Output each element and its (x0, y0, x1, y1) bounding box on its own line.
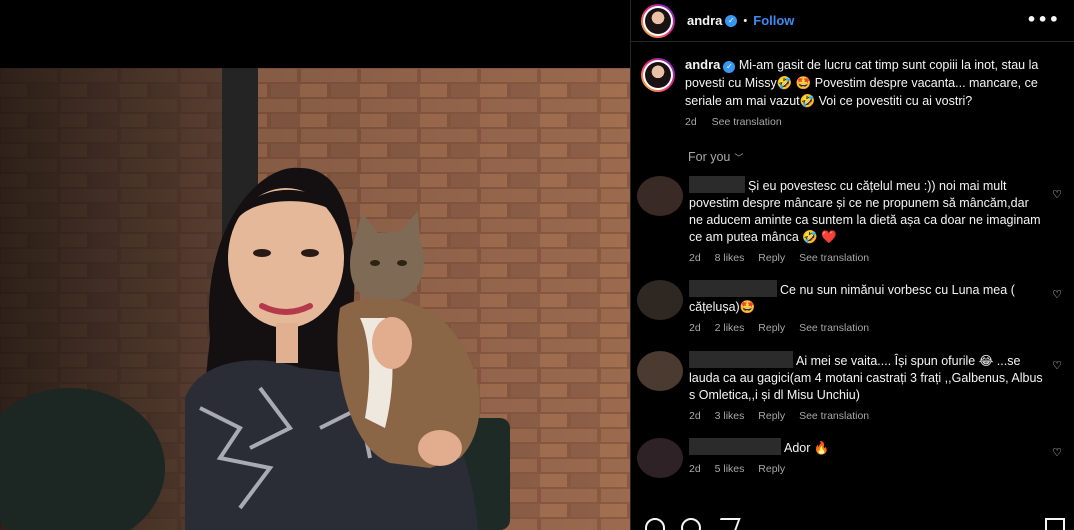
more-options-icon[interactable]: ••• (1026, 10, 1060, 29)
comment-meta: 2d 5 likes Reply (689, 463, 1045, 475)
like-comment-heart-icon[interactable]: ♡ (1052, 288, 1062, 301)
author-username[interactable]: andra (687, 13, 722, 28)
commenter-avatar[interactable] (637, 176, 683, 216)
comment-see-translation-link[interactable]: See translation (799, 322, 869, 334)
follow-button[interactable]: Follow (753, 13, 794, 28)
header-separator: • (743, 14, 748, 27)
comments-sort-toggle[interactable]: For you ﹀ (631, 128, 1074, 164)
like-heart-icon[interactable] (645, 518, 665, 530)
post-header: andra ✓ • Follow ••• (631, 0, 1074, 42)
comment-age: 2d (689, 252, 701, 264)
blurred-username (689, 280, 777, 297)
verified-badge-icon: ✓ (725, 14, 738, 27)
like-comment-heart-icon[interactable]: ♡ (1052, 188, 1062, 201)
blurred-username (689, 438, 781, 455)
post-photo-illustration (0, 68, 630, 530)
comment-item: Ce nu sun nimănui vorbesc cu Luna mea ( … (631, 280, 1074, 334)
post-caption: andra ✓ Mi-am gasit de lucru cat timp sun… (631, 42, 1074, 128)
caption-text: Mi-am gasit de lucru cat timp sunt copii… (685, 58, 1039, 108)
author-avatar[interactable] (641, 3, 675, 38)
comment-reply-button[interactable]: Reply (758, 322, 785, 334)
comment-text-block: Ce nu sun nimănui vorbesc cu Luna mea ( … (689, 280, 1045, 316)
comment-text: Ador 🔥 (784, 441, 830, 455)
blurred-username (689, 351, 793, 368)
comment-age: 2d (689, 322, 701, 334)
comment-text-block: Și eu povestesc cu cățelul meu :)) noi m… (689, 176, 1045, 246)
post-media-panel (0, 0, 630, 530)
post-side-panel: andra ✓ • Follow ••• andra ✓ Mi-am gasit … (630, 0, 1074, 530)
chevron-down-icon: ﹀ (734, 153, 744, 163)
caption-username[interactable]: andra (685, 57, 720, 72)
comment-reply-button[interactable]: Reply (758, 463, 785, 475)
comment-reply-button[interactable]: Reply (758, 410, 785, 422)
comment-text-block: Ador 🔥 (689, 438, 1045, 457)
commenter-avatar[interactable] (637, 351, 683, 391)
comment-meta: 2d 3 likes Reply See translation (689, 410, 1045, 422)
caption-see-translation-link[interactable]: See translation (712, 116, 782, 128)
comment-age: 2d (689, 463, 701, 475)
commenter-avatar[interactable] (637, 280, 683, 320)
comment-age: 2d (689, 410, 701, 422)
comment-item: Ador 🔥 2d 5 likes Reply ♡ (631, 438, 1074, 478)
caption-age: 2d (685, 116, 697, 128)
comment-see-translation-link[interactable]: See translation (799, 252, 869, 264)
caption-avatar[interactable] (641, 58, 675, 92)
comment-reply-button[interactable]: Reply (758, 252, 785, 264)
comment-item: Ai mei se vaita.... Își spun ofurile 😂 .… (631, 351, 1074, 422)
for-you-label: For you (688, 150, 731, 164)
comment-meta: 2d 2 likes Reply See translation (689, 322, 1045, 334)
comment-likes-link[interactable]: 3 likes (715, 410, 745, 422)
share-send-icon[interactable] (713, 518, 741, 530)
verified-badge-icon: ✓ (723, 61, 736, 73)
like-comment-heart-icon[interactable]: ♡ (1052, 446, 1062, 459)
comment-see-translation-link[interactable]: See translation (799, 410, 869, 422)
post-photo[interactable] (0, 68, 630, 530)
caption-text-block: andra ✓ Mi-am gasit de lucru cat timp sun… (685, 56, 1045, 110)
commenter-avatar[interactable] (637, 438, 683, 478)
save-bookmark-icon[interactable] (1045, 518, 1065, 530)
comment-meta: 2d 8 likes Reply See translation (689, 252, 1045, 264)
comment-bubble-icon[interactable] (681, 518, 701, 530)
comment-likes-link[interactable]: 8 likes (715, 252, 745, 264)
caption-meta: 2d See translation (685, 116, 1045, 128)
comment-item: Și eu povestesc cu cățelul meu :)) noi m… (631, 176, 1074, 264)
comment-likes-link[interactable]: 2 likes (715, 322, 745, 334)
comment-text-block: Ai mei se vaita.... Își spun ofurile 😂 .… (689, 351, 1045, 404)
like-comment-heart-icon[interactable]: ♡ (1052, 359, 1062, 372)
comment-likes-link[interactable]: 5 likes (715, 463, 745, 475)
blurred-username (689, 176, 745, 193)
post-action-bar (631, 518, 1074, 530)
